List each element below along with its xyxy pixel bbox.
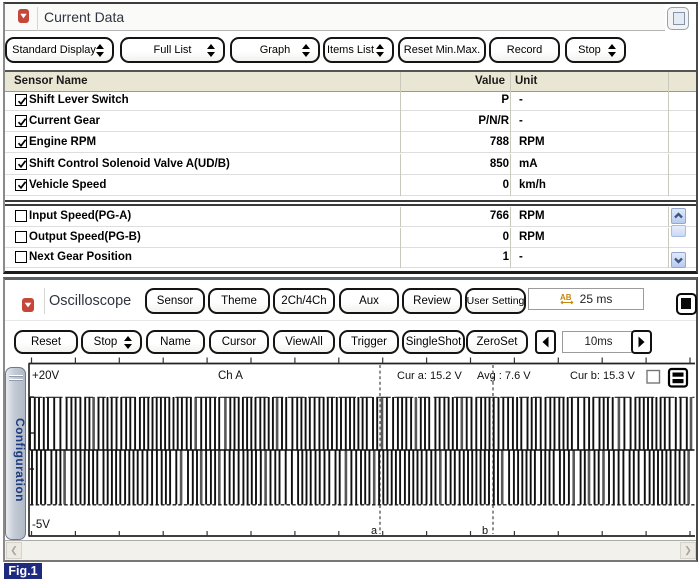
svg-text:b: b (482, 525, 488, 537)
svg-text:Cur a: 15.2 V: Cur a: 15.2 V (397, 370, 462, 382)
svg-text:-5V: -5V (32, 519, 50, 531)
svg-text:Avg : 7.6 V: Avg : 7.6 V (477, 370, 531, 382)
svg-text:Ch A: Ch A (218, 370, 243, 382)
svg-text:AB: AB (560, 293, 572, 302)
svg-text:Cur b: 15.3 V: Cur b: 15.3 V (570, 370, 635, 382)
svg-text:a: a (371, 525, 378, 537)
svg-text:+20V: +20V (32, 370, 60, 382)
